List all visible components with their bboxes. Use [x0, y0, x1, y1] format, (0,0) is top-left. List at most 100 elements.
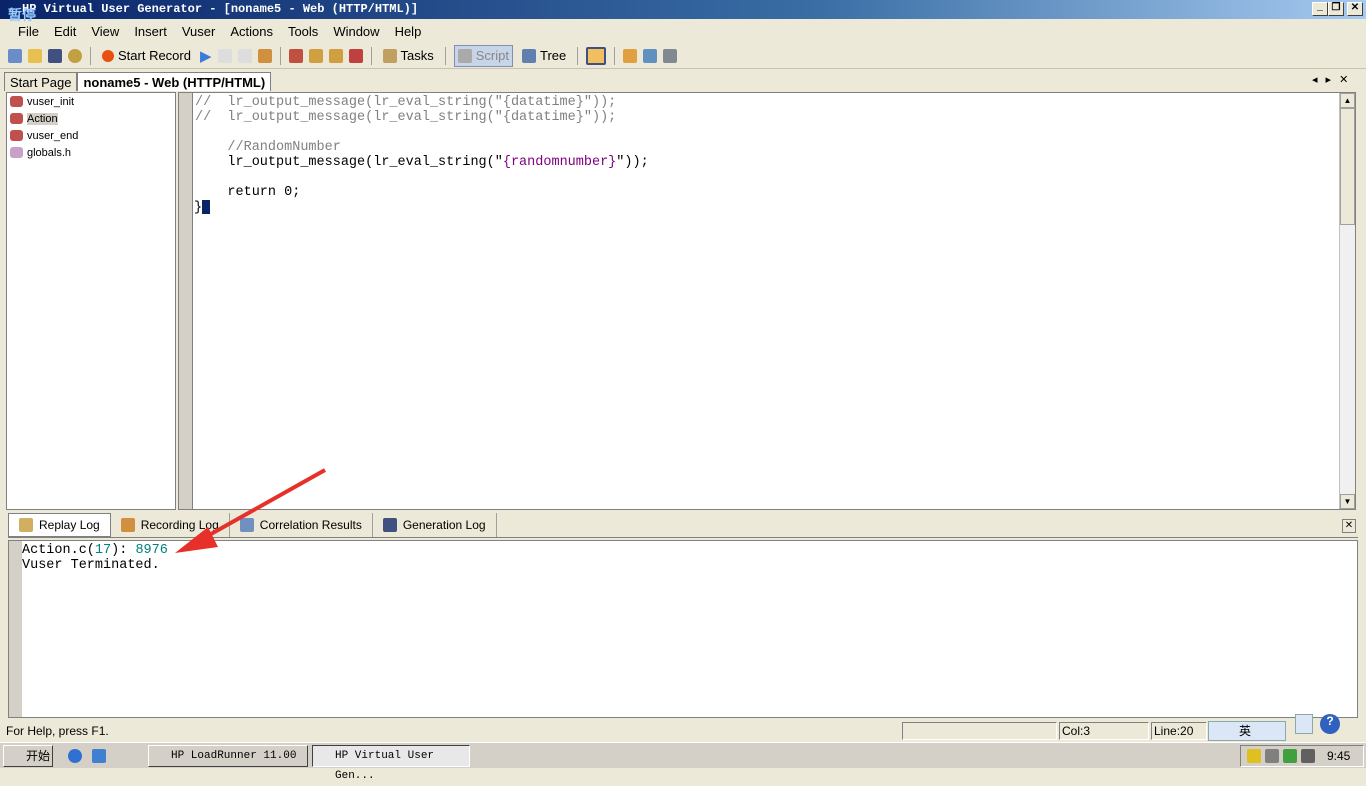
annotation-arrow [175, 468, 326, 553]
window-title: HP Virtual User Generator - [noname5 - W… [22, 2, 419, 16]
tree-icon [522, 48, 536, 63]
taskbar-item-vugen[interactable]: HP Virtual User Gen... [312, 745, 470, 782]
ie-icon[interactable] [68, 749, 82, 763]
code-comment: //RandomNumber [195, 140, 341, 155]
code-line: lr_output_message(lr_eval_string("{rando… [195, 155, 649, 170]
tab-start-page[interactable]: Start Page [4, 72, 78, 91]
status-line: Line:20 [1151, 722, 1207, 740]
tab-next-icon[interactable]: ▸ [1326, 74, 1340, 86]
open-icon[interactable] [28, 48, 42, 63]
recording-log-icon [120, 518, 135, 532]
menu-edit[interactable]: Edit [54, 24, 76, 39]
menu-actions[interactable]: Actions [230, 24, 273, 39]
tab-close-icon[interactable]: ✕ [1339, 74, 1356, 86]
minimize-button[interactable]: _ [1312, 2, 1328, 16]
play-icon[interactable]: ▶ [200, 47, 212, 65]
ime-bar[interactable]: 英 [1208, 721, 1286, 741]
tray-app-icon[interactable] [1283, 749, 1297, 763]
close-button[interactable]: ✕ [1347, 2, 1363, 16]
tree-item-vuser-init[interactable]: vuser_init [7, 93, 175, 110]
start-transaction-icon[interactable] [308, 48, 323, 63]
code-line: // lr_output_message(lr_eval_string("{da… [195, 110, 617, 125]
tree-item-vuser-end[interactable]: vuser_end [7, 127, 175, 144]
arrow-shaft [194, 468, 326, 545]
code-return: return 0; [195, 185, 301, 200]
scroll-up-icon[interactable]: ▲ [1340, 93, 1355, 108]
new-script-icon[interactable] [8, 48, 22, 63]
text-cursor [202, 200, 211, 214]
restore-button[interactable]: ❐ [1328, 2, 1344, 16]
action-icon [10, 113, 23, 124]
quicklaunch-icon[interactable] [92, 749, 106, 763]
tab-nav: ◂▸✕ [1312, 73, 1356, 86]
script-icon [457, 48, 472, 63]
output-window-icon[interactable] [586, 46, 607, 65]
menu-vuser[interactable]: Vuser [182, 24, 215, 39]
scroll-down-icon[interactable]: ▼ [1340, 494, 1355, 509]
menu-file[interactable]: File [18, 24, 39, 39]
security-icon[interactable] [1247, 749, 1261, 763]
replay-log[interactable]: Action.c(17): 8976 Vuser Terminated. [8, 540, 1358, 718]
end-transaction-icon[interactable] [328, 48, 343, 63]
clock: 9:45 [1327, 749, 1351, 763]
add-step-icon[interactable] [288, 48, 303, 63]
tree-item-globals[interactable]: globals.h [7, 144, 175, 161]
save-icon[interactable] [48, 48, 62, 63]
compile-icon[interactable] [257, 48, 272, 63]
menu-view[interactable]: View [91, 24, 119, 39]
close-output-icon[interactable]: ✕ [1342, 519, 1356, 533]
stop-icon[interactable] [217, 48, 232, 63]
ime-language[interactable]: 英 [1209, 724, 1251, 738]
tab-generation-log[interactable]: Generation Log [373, 513, 497, 537]
status-bar: For Help, press F1. Col:3 Line:20 英 ? [0, 714, 1366, 742]
script-view-button[interactable]: Script [453, 44, 513, 67]
tab-prev-icon[interactable]: ◂ [1312, 74, 1326, 86]
menu-help[interactable]: Help [395, 24, 422, 39]
menu-insert[interactable]: Insert [134, 24, 167, 39]
code-brace: } [194, 200, 211, 216]
network-icon[interactable] [1265, 749, 1279, 763]
taskbar-item-loadrunner[interactable]: HP LoadRunner 11.00 [148, 745, 308, 767]
tab-noname5[interactable]: noname5 - Web (HTTP/HTML) [77, 72, 272, 91]
action-icon [10, 96, 23, 107]
system-tray: 9:45 [1240, 745, 1364, 767]
pause-icon[interactable] [237, 48, 252, 63]
find-icon[interactable] [68, 48, 82, 63]
script-label: Script [475, 48, 509, 63]
code-editor[interactable]: // lr_output_message(lr_eval_string("{da… [178, 92, 1356, 510]
tree-item-action[interactable]: Action [7, 110, 175, 127]
help-icon[interactable]: ? [1320, 714, 1340, 734]
properties-icon[interactable] [663, 48, 678, 63]
script-tree: vuser_init Action vuser_end globals.h [6, 92, 176, 510]
ime-icon[interactable] [1295, 714, 1313, 734]
rendezvous-icon[interactable] [348, 48, 363, 63]
tree-view-button[interactable]: Tree [519, 45, 569, 67]
tree-item-label: vuser_init [27, 95, 75, 108]
status-col: Col:3 [1059, 722, 1149, 740]
status-help: For Help, press F1. [6, 724, 109, 738]
start-record-button[interactable]: Start Record [99, 45, 194, 67]
status-pane [902, 722, 1057, 740]
menu-bar: File Edit View Insert Vuser Actions Tool… [0, 20, 1366, 42]
tab-replay-log[interactable]: Replay Log [8, 513, 111, 537]
menu-tools[interactable]: Tools [288, 24, 318, 39]
tasks-label: Tasks [400, 48, 434, 63]
sync-icon[interactable] [623, 48, 638, 63]
editor-scrollbar[interactable]: ▲ ▼ [1339, 93, 1355, 509]
code-line: // lr_output_message(lr_eval_string("{da… [195, 95, 617, 110]
tree-item-label: globals.h [27, 146, 72, 159]
tray-network-icon[interactable] [1301, 749, 1315, 763]
toolbar: Start Record ▶ Tasks Script Tree [0, 43, 1366, 69]
start-button[interactable]: 开始 [3, 745, 53, 767]
title-bar: HP Virtual User Generator - [noname5 - W… [0, 0, 1366, 25]
tasks-button[interactable]: Tasks [380, 45, 437, 67]
scroll-thumb[interactable] [1340, 108, 1355, 225]
html-icon[interactable] [643, 48, 658, 63]
document-tabs: Start Page noname5 - Web (HTTP/HTML) [4, 72, 272, 91]
arrow-head [175, 527, 218, 553]
menu-window[interactable]: Window [333, 24, 379, 39]
tree-label: Tree [540, 48, 567, 63]
log-gutter [9, 541, 22, 717]
record-icon [102, 49, 114, 62]
editor-gutter [179, 93, 193, 509]
